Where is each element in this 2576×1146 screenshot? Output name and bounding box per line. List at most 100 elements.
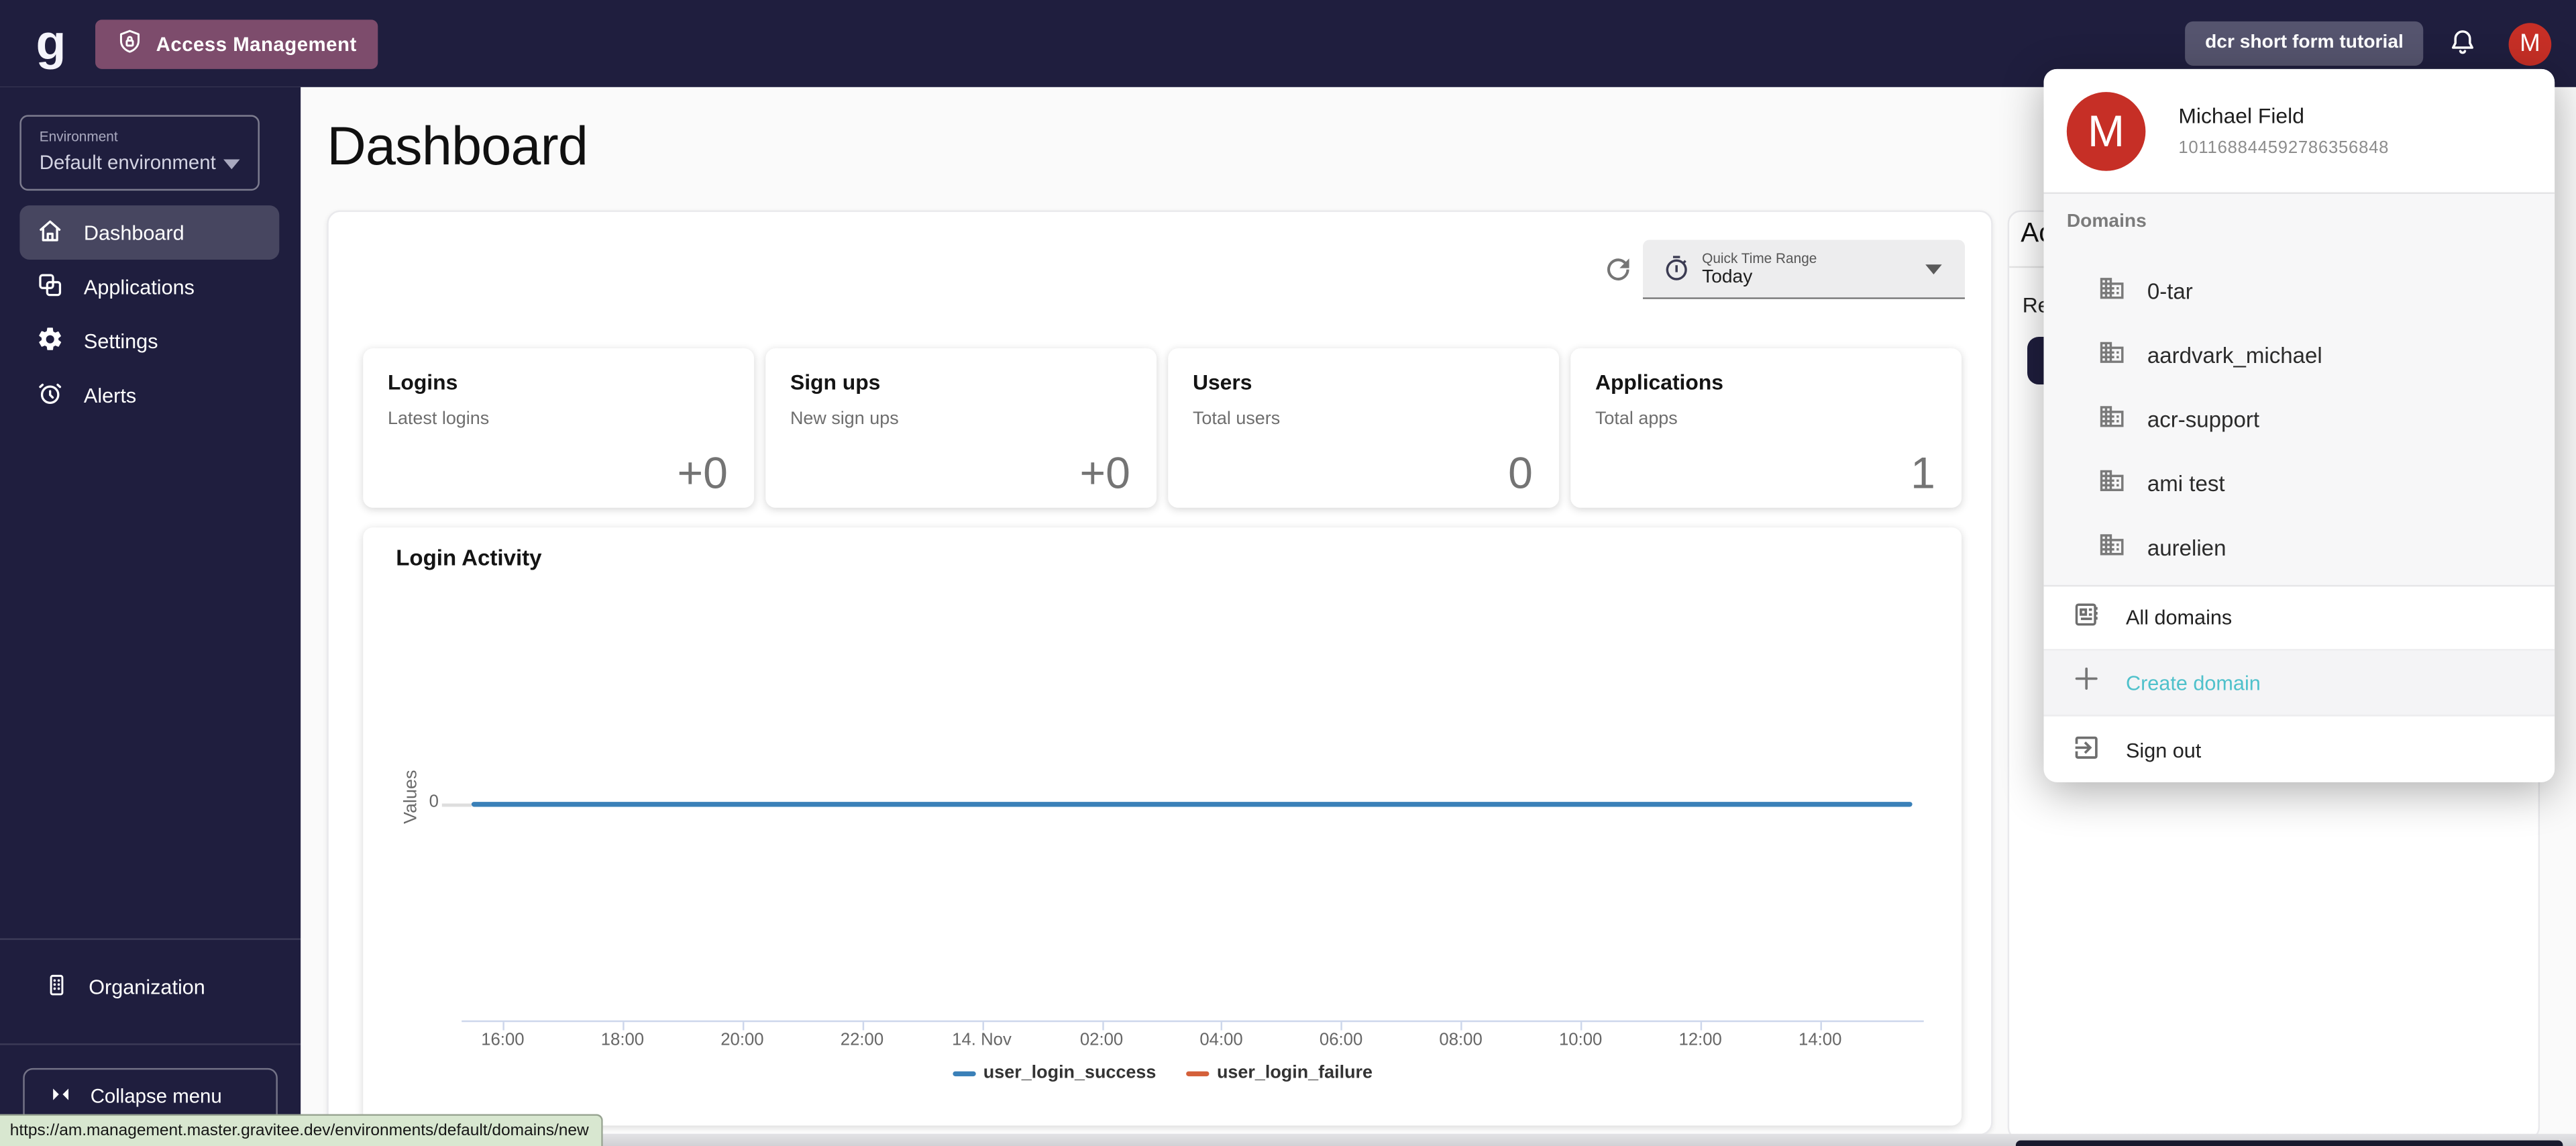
domain-building-icon (2098, 402, 2126, 438)
domain-building-icon (2098, 337, 2126, 374)
notifications-bell-icon[interactable] (2445, 25, 2481, 62)
chevron-down-icon (223, 160, 239, 170)
collapse-menu-label: Collapse menu (91, 1084, 222, 1107)
x-axis-tick-label: 12:00 (1679, 1031, 1722, 1050)
domains-section-label: Domains (2067, 212, 2147, 231)
y-axis-tick-mark (442, 804, 472, 807)
environment-selector[interactable]: Environment Default environment (19, 115, 260, 191)
cutoff-dark-element (2016, 1141, 2563, 1146)
applications-icon (36, 270, 64, 303)
sign-out-item[interactable]: Sign out (2044, 717, 2555, 782)
gravitee-logo[interactable]: g (30, 22, 72, 65)
shield-lock-icon (117, 27, 143, 60)
stat-subtitle: Latest logins (388, 409, 729, 429)
context-button[interactable]: dcr short form tutorial (2186, 21, 2424, 66)
sidebar-item-label: Alerts (84, 384, 136, 407)
alarm-clock-icon (36, 378, 64, 411)
login-activity-card: Login Activity Values 0 16:0018:0020:002… (363, 527, 1962, 1125)
stat-title: Applications (1595, 370, 1937, 395)
stat-value: +0 (677, 449, 727, 500)
stat-value: +0 (1079, 449, 1130, 500)
stat-title: Logins (388, 370, 729, 395)
sidebar-item-label: Organization (89, 975, 205, 998)
domain-building-icon (2098, 530, 2126, 566)
x-axis-tick-label: 18:00 (601, 1031, 644, 1050)
domain-name: ami test (2147, 472, 2225, 497)
sidebar-item-label: Dashboard (84, 221, 184, 244)
user-avatar-large: M (2067, 92, 2146, 171)
chevron-down-icon (1925, 264, 1941, 274)
create-domain-item[interactable]: Create domain (2044, 651, 2555, 717)
domain-building-icon (2098, 274, 2126, 310)
stat-value: 1 (1911, 449, 1935, 500)
domain-item-acr-support[interactable]: acr-support (2044, 388, 2555, 452)
refresh-icon[interactable] (1602, 253, 1635, 286)
home-icon (36, 216, 64, 249)
environment-value: Default environment (40, 151, 241, 174)
product-badge-access-management[interactable]: Access Management (95, 19, 378, 68)
stat-subtitle: Total apps (1595, 409, 1937, 429)
environment-label: Environment (40, 128, 241, 144)
sidebar-item-organization[interactable]: Organization (0, 959, 301, 1014)
legend-item-success[interactable]: user_login_success (952, 1063, 1156, 1082)
sidebar: Environment Default environment Dashboar… (0, 87, 301, 1146)
series-line-success (472, 802, 1913, 806)
domains-section: Domains 0-tar aardvark_michael (2044, 194, 2555, 586)
domain-name: aurelien (2147, 535, 2226, 560)
legend-label: user_login_failure (1217, 1063, 1373, 1082)
dashboard-card: Quick Time Range Today Logins Latest log… (327, 210, 1992, 1135)
domain-name: 0-tar (2147, 279, 2193, 304)
sidebar-divider (0, 1043, 301, 1045)
stat-subtitle: Total users (1193, 409, 1534, 429)
login-activity-chart: Values 0 16:0018:0020:0022:0014. Nov02:0… (363, 527, 1962, 1125)
x-axis-line (462, 1021, 1924, 1022)
user-menu-header: M Michael Field 101168844592786356848 (2044, 69, 2555, 194)
chart-legend: user_login_success user_login_failure (363, 1063, 1962, 1082)
sidebar-nav: Dashboard Applications Settings (19, 205, 279, 422)
all-domains-label: All domains (2126, 607, 2232, 629)
quick-time-range-select[interactable]: Quick Time Range Today (1643, 240, 1965, 299)
product-badge-label: Access Management (156, 32, 357, 55)
x-axis-tick-label: 20:00 (720, 1031, 763, 1050)
domain-item-aardvark-michael[interactable]: aardvark_michael (2044, 323, 2555, 388)
status-url-tooltip: https://am.management.master.gravitee.de… (0, 1114, 604, 1146)
sidebar-item-settings[interactable]: Settings (19, 314, 279, 368)
domain-name: acr-support (2147, 407, 2259, 432)
stat-card-signups: Sign ups New sign ups +0 (765, 348, 1157, 508)
sidebar-item-dashboard[interactable]: Dashboard (19, 205, 279, 260)
sidebar-divider (0, 938, 301, 939)
sidebar-item-applications[interactable]: Applications (19, 260, 279, 314)
x-axis-tick-label: 08:00 (1439, 1031, 1482, 1050)
stat-card-logins: Logins Latest logins +0 (363, 348, 754, 508)
x-axis-tick-label: 22:00 (841, 1031, 883, 1050)
user-menu-panel: M Michael Field 101168844592786356848 Do… (2044, 69, 2555, 782)
x-axis-tick-label: 10:00 (1559, 1031, 1602, 1050)
x-axis-tick-label: 16:00 (481, 1031, 524, 1050)
user-avatar[interactable]: M (2509, 22, 2552, 65)
stat-subtitle: New sign ups (790, 409, 1132, 429)
x-axis-tick-label: 06:00 (1320, 1031, 1362, 1050)
domain-name: aardvark_michael (2147, 344, 2322, 368)
sign-out-icon (2072, 732, 2101, 770)
user-name: Michael Field (2178, 103, 2304, 128)
sidebar-item-label: Applications (84, 275, 195, 298)
x-axis-tick-label: 02:00 (1080, 1031, 1123, 1050)
stat-value: 0 (1508, 449, 1533, 500)
sign-out-label: Sign out (2126, 739, 2201, 762)
user-id: 101168844592786356848 (2178, 138, 2389, 158)
sidebar-item-alerts[interactable]: Alerts (19, 368, 279, 423)
all-domains-item[interactable]: All domains (2044, 586, 2555, 651)
domain-list: 0-tar aardvark_michael acr-support (2044, 260, 2555, 580)
legend-item-failure[interactable]: user_login_failure (1185, 1063, 1373, 1082)
stopwatch-icon (1662, 255, 1690, 291)
quick-time-range-value: Today (1702, 268, 1752, 287)
quick-time-range-label: Quick Time Range (1702, 250, 1817, 266)
x-axis-tick-label: 14. Nov (952, 1031, 1012, 1050)
legend-marker-failure (1185, 1071, 1208, 1076)
legend-label: user_login_success (983, 1063, 1157, 1082)
domain-building-icon (2098, 466, 2126, 502)
domain-item-aurelien[interactable]: aurelien (2044, 516, 2555, 580)
domain-item-ami-test[interactable]: ami test (2044, 452, 2555, 516)
domain-item-0-tar[interactable]: 0-tar (2044, 260, 2555, 324)
organization-icon (44, 970, 69, 1003)
